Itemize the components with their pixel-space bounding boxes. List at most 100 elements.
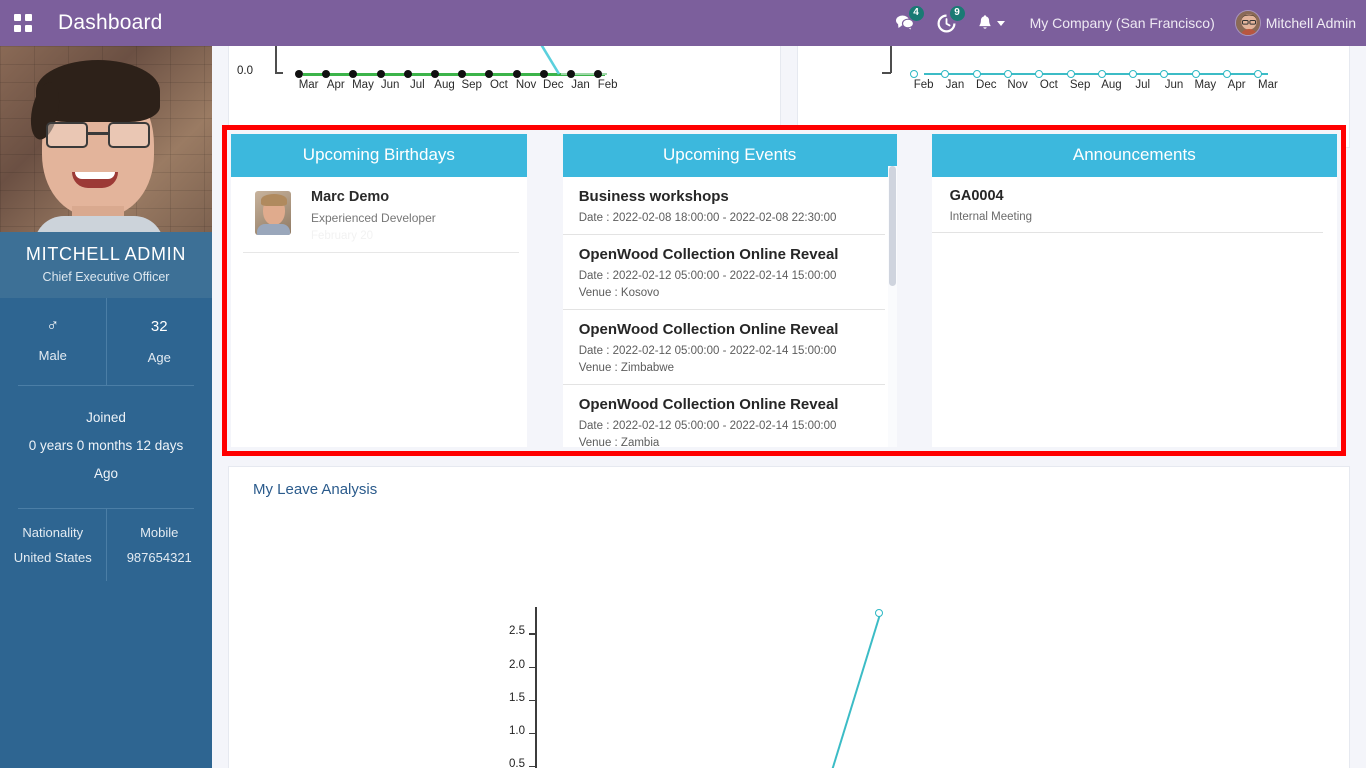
birthday-avatar	[255, 191, 291, 235]
y-axis-tick	[529, 700, 537, 702]
x-axis-tick-label: Nov	[1002, 79, 1033, 91]
y-axis-tick	[529, 633, 537, 635]
joined-stat: Joined 0 years 0 months 12 days Ago	[0, 386, 212, 508]
x-axis-tick-label: Apr	[1221, 79, 1252, 91]
event-item[interactable]: OpenWood Collection Online Reveal Date : …	[563, 310, 885, 385]
top-right-x-labels: FebJanDecNovOctSepAugJulJunMayAprMar	[908, 79, 1284, 91]
event-venue: Venue : Zambia	[579, 437, 871, 447]
my-leave-analysis-title: My Leave Analysis	[229, 467, 1349, 498]
upcoming-events-list: Business workshopsDate : 2022-02-08 18:0…	[563, 177, 897, 447]
joined-suffix: Ago	[10, 460, 202, 488]
my-leave-analysis-card: My Leave Analysis 0.00.51.01.52.02.5Sep …	[228, 466, 1350, 768]
event-item[interactable]: OpenWood Collection Online Reveal Date : …	[563, 385, 885, 447]
birthday-item[interactable]: Marc Demo Experienced Developer February 2…	[243, 177, 519, 253]
event-venue: Venue : Kosovo	[579, 287, 871, 299]
x-axis-tick-label: Aug	[431, 79, 458, 91]
chart-data-point	[973, 70, 981, 78]
age-stat: 32 Age	[106, 298, 213, 385]
event-date: Date : 2022-02-12 05:00:00 - 2022-02-14 …	[579, 420, 871, 432]
event-title: OpenWood Collection Online Reveal	[579, 321, 871, 338]
page-title: Dashboard	[58, 11, 163, 35]
messages-button[interactable]: 4	[884, 0, 926, 46]
employee-profile-sidebar: MITCHELL ADMIN Chief Executive Officer ♂…	[0, 46, 212, 768]
notifications-button[interactable]	[967, 0, 1016, 46]
event-date: Date : 2022-02-12 05:00:00 - 2022-02-14 …	[579, 345, 871, 357]
chart-data-point[interactable]	[875, 609, 883, 617]
mobile-label: Mobile	[111, 525, 209, 540]
event-item[interactable]: Business workshopsDate : 2022-02-08 18:0…	[563, 177, 885, 235]
x-axis-tick-label: Aug	[1096, 79, 1127, 91]
announcement-title: GA0004	[950, 188, 1309, 204]
events-scrollbar-thumb[interactable]	[889, 166, 896, 286]
chart-data-point	[458, 70, 466, 78]
highlight-box: Upcoming Birthdays Marc Demo Experienced …	[222, 125, 1346, 456]
top-left-x-labels: MarAprMayJunJulAugSepOctNovDecJanFeb	[295, 79, 621, 91]
birthday-date: February 20	[311, 230, 505, 242]
chart-data-point	[1129, 70, 1137, 78]
company-switcher[interactable]: My Company (San Francisco)	[1016, 15, 1229, 31]
upcoming-birthdays-header: Upcoming Birthdays	[231, 134, 527, 177]
chart-data-point	[910, 70, 918, 78]
x-axis-tick-label: Nov	[513, 79, 540, 91]
x-axis-tick-label: May	[349, 79, 376, 91]
chart-data-point	[941, 70, 949, 78]
nationality-value: United States	[14, 550, 92, 565]
top-left-trend-line	[529, 46, 569, 75]
events-scrollbar[interactable]	[888, 166, 897, 447]
event-item[interactable]: OpenWood Collection Online Reveal Date : …	[563, 235, 885, 310]
x-axis-tick-label: Feb	[594, 79, 621, 91]
x-axis-tick-label: Feb	[908, 79, 939, 91]
x-axis-tick-label: Oct	[1033, 79, 1064, 91]
age-label: Age	[148, 350, 171, 365]
birthday-job: Experienced Developer	[311, 211, 505, 225]
x-axis-tick-label: Jun	[1158, 79, 1189, 91]
y-axis-tick	[529, 766, 537, 768]
apps-menu-button[interactable]	[0, 0, 46, 46]
chart-data-point	[485, 70, 493, 78]
birthday-name: Marc Demo	[311, 189, 505, 205]
x-axis-tick-label: Mar	[1252, 79, 1283, 91]
x-axis-tick-label: Sep	[458, 79, 485, 91]
y-axis-tick	[529, 733, 537, 735]
activities-button[interactable]: 9	[926, 0, 967, 46]
mobile-stat: Mobile 987654321	[106, 509, 213, 581]
employee-photo	[0, 46, 212, 232]
event-title: OpenWood Collection Online Reveal	[579, 246, 871, 263]
event-date: Date : 2022-02-12 05:00:00 - 2022-02-14 …	[579, 270, 871, 282]
announcements-panel: Announcements GA0004Internal Meeting	[932, 134, 1337, 447]
chart-data-point	[1035, 70, 1043, 78]
bell-icon	[978, 15, 992, 32]
joined-value: 0 years 0 months 12 days	[10, 432, 202, 460]
announcement-subtitle: Internal Meeting	[950, 211, 1309, 223]
y-axis-tick-label: 1.0	[483, 725, 525, 737]
chart-data-point	[295, 70, 303, 78]
announcement-item[interactable]: GA0004 Internal Meeting	[932, 177, 1323, 233]
messages-count-badge: 4	[909, 6, 924, 21]
upcoming-events-panel: Upcoming Events Business workshopsDate :…	[563, 134, 897, 447]
event-title: OpenWood Collection Online Reveal	[579, 396, 871, 413]
x-axis-tick-label: Jul	[404, 79, 431, 91]
employee-identity: MITCHELL ADMIN Chief Executive Officer	[0, 232, 212, 298]
x-axis-tick-label: Dec	[540, 79, 567, 91]
user-menu[interactable]: Mitchell Admin	[1229, 10, 1356, 36]
x-axis-tick-label: Jan	[939, 79, 970, 91]
chart-data-point	[1098, 70, 1106, 78]
chart-data-point	[404, 70, 412, 78]
mobile-value: 987654321	[127, 550, 192, 565]
nationality-stat: Nationality United States	[0, 509, 106, 581]
gender-stat: ♂ Male	[0, 298, 106, 385]
topbar-right-tools: 4 9 My Company (San Francisco)	[884, 0, 1366, 46]
y-axis-tick-label: 1.5	[483, 692, 525, 704]
nationality-label: Nationality	[4, 525, 102, 540]
employee-job-title: Chief Executive Officer	[8, 270, 204, 284]
upcoming-birthdays-list: Marc Demo Experienced Developer February 2…	[231, 177, 527, 447]
x-axis-tick-label: Sep	[1064, 79, 1095, 91]
top-navigation-bar: Dashboard 4 9 My Com	[0, 0, 1366, 46]
x-axis-tick-label: Jun	[377, 79, 404, 91]
x-axis-tick-label: May	[1190, 79, 1221, 91]
chart-data-point	[1004, 70, 1012, 78]
y-axis-tick-label: 2.5	[483, 625, 525, 637]
chart-data-point	[1160, 70, 1168, 78]
event-venue: Venue : Zimbabwe	[579, 362, 871, 374]
y-axis-tick-label: 0.5	[483, 758, 525, 768]
